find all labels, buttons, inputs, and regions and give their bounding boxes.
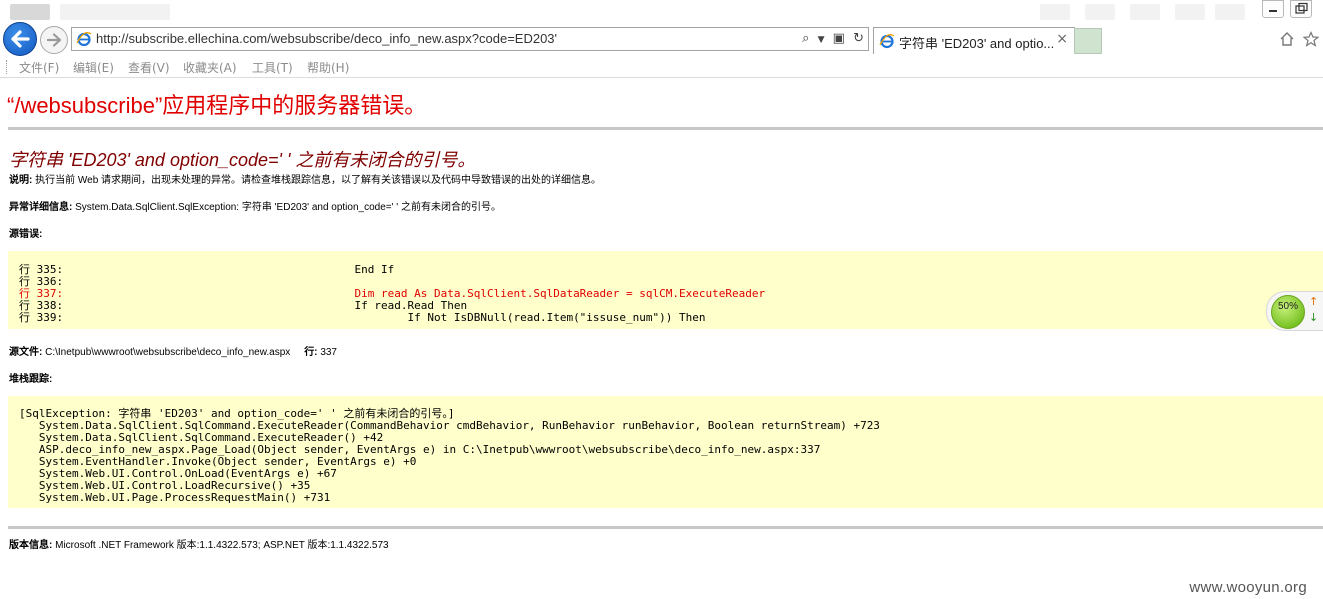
watermark: www.wooyun.org: [1189, 579, 1307, 596]
stack-label: 堆栈跟踪:: [9, 374, 53, 385]
divider: [8, 127, 1323, 130]
source-line: 行 335: End If: [19, 263, 395, 276]
description-label: 说明:: [9, 175, 33, 186]
line-label: 行:: [304, 347, 318, 358]
blurred-item: [1215, 4, 1245, 20]
stack-trace: [SqlException: 字符串 'ED203' and option_co…: [19, 408, 880, 504]
exception-line: 异常详细信息: System.Data.SqlClient.SqlExcepti…: [9, 198, 501, 213]
source-error-label: 源错误:: [9, 229, 43, 240]
tab-active[interactable]: 字符串 'ED203' and optio... ×: [873, 27, 1075, 54]
version-label: 版本信息:: [9, 540, 53, 551]
favorites-icon[interactable]: [1303, 31, 1319, 47]
browser-toolbar-right: [1275, 27, 1323, 51]
address-tools: ⌕ ▼ ▣ ↻: [798, 31, 864, 46]
zoom-widget[interactable]: 50% ↑ ↓: [1266, 291, 1323, 331]
source-file-label: 源文件:: [9, 347, 43, 358]
line-value: 337: [320, 347, 337, 358]
blurred-item: [1130, 4, 1160, 20]
description-line: 说明: 执行当前 Web 请求期间，出现未处理的异常。请检查堆栈跟踪信息，以了解…: [9, 171, 601, 186]
stack-line: System.Web.UI.Page.ProcessRequestMain() …: [19, 491, 331, 504]
address-bar[interactable]: http://subscribe.ellechina.com/websubscr…: [71, 27, 869, 51]
source-line: 行 339: If Not IsDBNull(read.Item("issuse…: [19, 311, 706, 324]
blurred-thumbnail: [10, 4, 50, 20]
menu-tools[interactable]: 工具(T): [252, 59, 293, 76]
zoom-level: 50%: [1277, 301, 1298, 312]
menu-favorites[interactable]: 收藏夹(A): [183, 59, 237, 76]
restore-icon: [1295, 2, 1308, 14]
menu-grip: [6, 60, 9, 74]
tab-close-button[interactable]: ×: [1056, 31, 1068, 47]
menu-edit[interactable]: 编辑(E): [73, 59, 114, 76]
compat-view-icon[interactable]: ▣: [833, 31, 845, 46]
dropdown-icon[interactable]: ▼: [818, 35, 825, 45]
arrow-left-icon: [11, 30, 30, 48]
version-line: 版本信息: Microsoft .NET Framework 版本:1.1.43…: [9, 536, 389, 551]
menu-bar: 文件(F) 编辑(E) 查看(V) 收藏夹(A) 工具(T) 帮助(H): [0, 56, 1323, 78]
window-titlebar: [0, 0, 1323, 26]
search-icon[interactable]: ⌕: [802, 31, 809, 46]
stack-trace-box: [SqlException: 字符串 'ED203' and option_co…: [8, 396, 1323, 508]
back-button[interactable]: [3, 22, 37, 56]
version-text: Microsoft .NET Framework 版本:1.1.4322.573…: [55, 540, 389, 551]
refresh-icon[interactable]: ↻: [853, 31, 864, 46]
divider: [8, 526, 1323, 529]
error-page-title: “/websubscribe”应用程序中的服务器错误。: [7, 93, 427, 118]
source-file-line: 源文件: C:\Inetpub\wwwroot\websubscribe\dec…: [9, 343, 337, 358]
source-code-box: 行 335: End If 行 336: 行 337: Dim read As …: [8, 251, 1323, 329]
tab-title: 字符串 'ED203' and optio...: [899, 36, 1055, 51]
arrow-right-icon: [46, 33, 62, 47]
blurred-item: [1175, 4, 1205, 20]
address-url[interactable]: http://subscribe.ellechina.com/websubscr…: [96, 31, 557, 46]
description-text: 执行当前 Web 请求期间，出现未处理的异常。请检查堆栈跟踪信息，以了解有关该错…: [35, 175, 602, 186]
stack-heading: 堆栈跟踪:: [9, 370, 52, 385]
blurred-item: [1040, 4, 1070, 20]
menu-help[interactable]: 帮助(H): [307, 59, 349, 76]
exception-text: System.Data.SqlClient.SqlException: 字符串 …: [75, 202, 501, 213]
ie-page-icon: [76, 32, 92, 47]
ie-tab-icon: [879, 34, 895, 49]
menu-file[interactable]: 文件(F): [19, 59, 59, 76]
source-code: 行 335: End If 行 336: 行 337: Dim read As …: [19, 264, 765, 324]
forward-button[interactable]: [40, 26, 68, 54]
error-message: 字符串 'ED203' and option_code=' ' 之前有未闭合的引…: [9, 150, 476, 170]
minimize-button[interactable]: [1262, 0, 1284, 18]
source-error-heading: 源错误:: [9, 225, 42, 240]
blurred-title: [60, 4, 170, 20]
zoom-out-icon[interactable]: ↓: [1309, 311, 1318, 324]
new-tab-button[interactable]: [1074, 28, 1102, 54]
exception-label: 异常详细信息:: [9, 202, 73, 213]
menu-view[interactable]: 查看(V): [128, 59, 170, 76]
source-file-path: C:\Inetpub\wwwroot\websubscribe\deco_inf…: [45, 347, 291, 358]
home-icon[interactable]: [1279, 31, 1295, 47]
zoom-in-icon[interactable]: ↑: [1309, 295, 1318, 308]
restore-button[interactable]: [1290, 0, 1312, 18]
blurred-item: [1085, 4, 1115, 20]
minimize-icon: [1269, 10, 1277, 12]
